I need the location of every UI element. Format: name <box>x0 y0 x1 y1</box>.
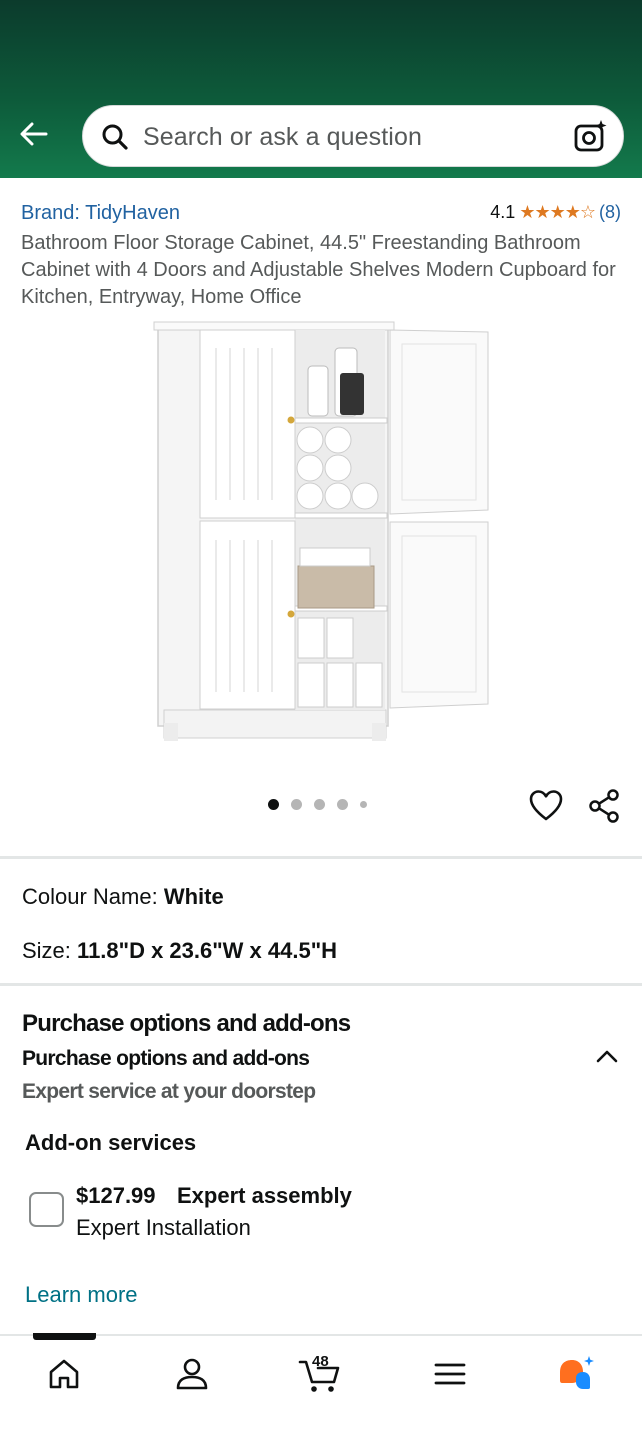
expert-assembly-checkbox[interactable] <box>29 1192 64 1227</box>
image-carousel-dots[interactable] <box>268 799 367 810</box>
share-icon[interactable] <box>586 788 622 824</box>
carousel-dot[interactable] <box>268 799 279 810</box>
colour-label: Colour Name: <box>22 884 158 909</box>
colour-variation[interactable]: Colour Name: White <box>22 884 224 910</box>
account-icon[interactable] <box>172 1354 212 1394</box>
cart-count: 48 <box>312 1353 329 1370</box>
back-arrow-icon <box>20 122 48 146</box>
search-input[interactable]: Search or ask a question <box>143 123 422 152</box>
search-icon <box>102 124 128 150</box>
size-value: 11.8"D x 23.6"W x 44.5"H <box>77 938 338 963</box>
search-bar[interactable]: Search or ask a question <box>82 105 624 167</box>
carousel-dot[interactable] <box>291 799 302 810</box>
bottom-navigation: 48 <box>0 1333 642 1440</box>
rating-summary[interactable]: 4.1 ★★★★☆ (8) <box>490 202 621 223</box>
wishlist-heart-icon[interactable] <box>528 788 564 824</box>
size-label: Size: <box>22 938 71 963</box>
carousel-dot[interactable] <box>360 801 367 808</box>
carousel-dot[interactable] <box>314 799 325 810</box>
addon-services-title: Add-on services <box>25 1130 197 1155</box>
menu-icon[interactable] <box>430 1354 470 1394</box>
brand-link[interactable]: Brand: TidyHaven <box>21 202 180 225</box>
colour-value: White <box>163 884 224 909</box>
addon-price: $127.99 <box>76 1183 156 1208</box>
product-image[interactable] <box>150 318 495 748</box>
rufus-icon[interactable] <box>556 1354 596 1394</box>
addon-name: Expert assembly <box>177 1183 352 1208</box>
purchase-options-description: Expert service at your doorstep <box>22 1080 316 1103</box>
star-rating-icon: ★★★★☆ <box>519 202 596 222</box>
camera-lens-icon[interactable] <box>571 118 609 156</box>
purchase-options-heading: Purchase options and add-ons <box>22 1010 351 1037</box>
back-button[interactable] <box>14 114 54 154</box>
section-divider <box>0 856 642 859</box>
active-tab-indicator <box>33 1333 96 1340</box>
rating-value: 4.1 <box>490 202 516 222</box>
carousel-dot[interactable] <box>337 799 348 810</box>
home-icon[interactable] <box>44 1354 84 1394</box>
chevron-up-icon[interactable] <box>592 1042 622 1072</box>
learn-more-link[interactable]: Learn more <box>25 1282 138 1308</box>
product-title: Bathroom Floor Storage Cabinet, 44.5" Fr… <box>21 232 616 308</box>
purchase-options-subheading[interactable]: Purchase options and add-ons <box>22 1047 310 1071</box>
addon-subtitle: Expert Installation <box>76 1215 251 1240</box>
app-header: Search or ask a question <box>0 0 642 178</box>
review-count[interactable]: (8) <box>599 202 621 223</box>
size-variation[interactable]: Size: 11.8"D x 23.6"W x 44.5"H <box>22 938 337 964</box>
section-divider <box>0 983 642 986</box>
